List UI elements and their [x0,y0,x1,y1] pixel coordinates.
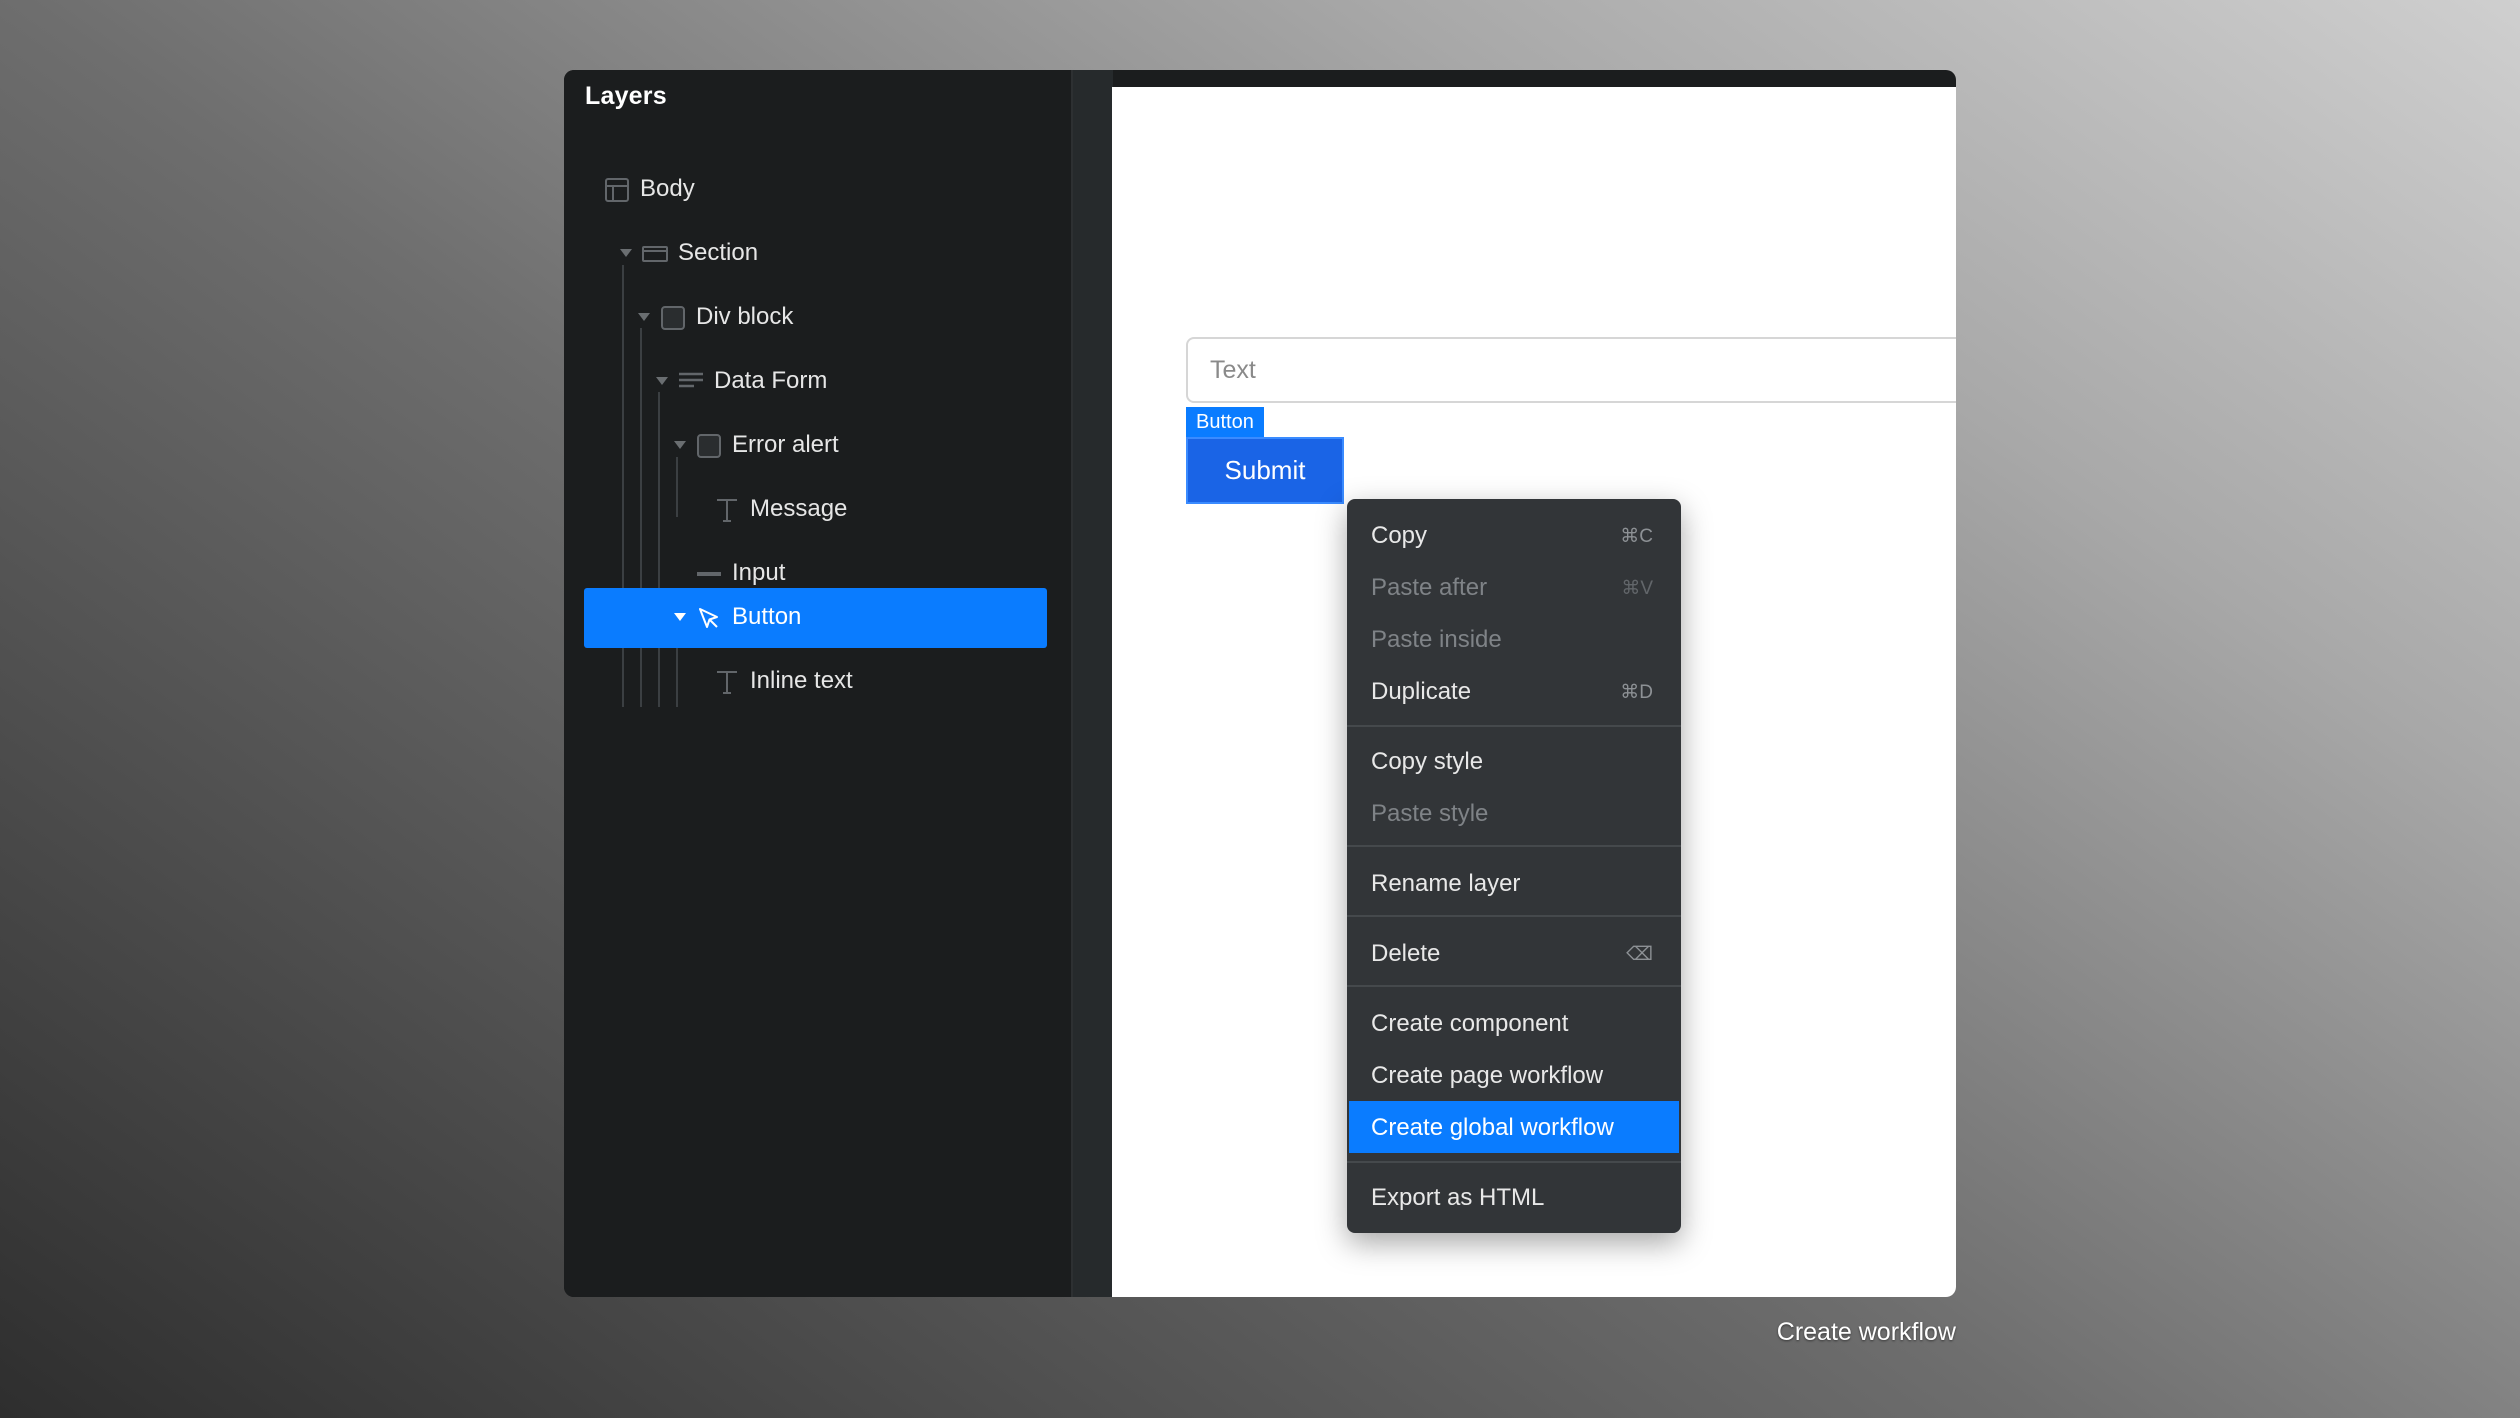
submit-button[interactable]: Submit [1186,437,1344,504]
chevron-down-icon[interactable] [638,313,650,321]
layer-row-section[interactable]: Section [584,224,1047,284]
menu-separator [1347,985,1681,987]
backspace-icon: ⌫ [1626,944,1653,965]
menu-item-duplicate[interactable]: Duplicate ⌘D [1349,665,1679,717]
layer-row-body[interactable]: Body [584,160,1047,220]
layer-label: Input [732,559,786,586]
chevron-down-icon[interactable] [620,249,632,257]
layer-label: Error alert [732,431,839,458]
menu-separator [1347,845,1681,847]
editor-window: Layers Body Section Div block Data Form … [564,70,1956,1297]
menu-item-create-page-workflow[interactable]: Create page workflow [1349,1049,1679,1101]
text-icon [714,669,740,695]
menu-separator [1347,725,1681,727]
layer-label: Div block [696,303,794,330]
menu-item-label: Create page workflow [1371,1062,1604,1089]
layer-label: Data Form [714,367,828,394]
menu-item-delete[interactable]: Delete ⌫ [1349,927,1679,979]
input-icon [696,561,722,587]
layer-row-div-block[interactable]: Div block [584,288,1047,348]
layers-panel: Layers Body Section Div block Data Form … [564,70,1073,1297]
layers-title: Layers [585,82,667,110]
menu-item-copy[interactable]: Copy ⌘C [1349,509,1679,561]
menu-item-copy-style[interactable]: Copy style [1349,735,1679,787]
text-input[interactable] [1186,337,1956,403]
menu-item-export-html[interactable]: Export as HTML [1349,1171,1679,1223]
menu-item-shortcut: ⌘D [1620,682,1653,703]
text-icon [714,497,740,523]
menu-item-rename-layer[interactable]: Rename layer [1349,857,1679,909]
cursor-click-icon [696,605,722,631]
form-icon [678,369,704,395]
layer-row-button[interactable]: Button [584,588,1047,648]
chevron-down-icon[interactable] [674,441,686,449]
section-icon [642,241,668,267]
chevron-down-icon[interactable] [656,377,668,385]
menu-item-label: Delete [1371,940,1441,967]
menu-item-label: Paste inside [1371,626,1502,653]
menu-item-label: Export as HTML [1371,1184,1545,1211]
menu-item-label: Paste style [1371,800,1489,827]
menu-item-paste-inside[interactable]: Paste inside [1349,613,1679,665]
layer-label: Body [640,175,695,202]
layer-row-message[interactable]: Message [584,480,1047,540]
layer-row-data-form[interactable]: Data Form [584,352,1047,412]
layer-label: Inline text [750,667,853,694]
menu-separator [1347,915,1681,917]
menu-item-shortcut: ⌘V [1621,578,1653,599]
layer-row-inline-text[interactable]: Inline text [584,652,1047,712]
menu-item-label: Copy style [1371,748,1484,775]
menu-item-paste-style[interactable]: Paste style [1349,787,1679,839]
layer-label: Button [732,603,802,630]
context-menu: Copy ⌘C Paste after ⌘V Paste inside Dupl… [1347,499,1681,1233]
menu-item-label: Paste after [1371,574,1488,601]
body-layout-icon [604,177,630,203]
layer-row-error-alert[interactable]: Error alert [584,416,1047,476]
menu-item-label: Create global workflow [1371,1114,1614,1141]
selection-tag: Button [1186,407,1264,437]
div-block-icon [696,433,722,459]
menu-item-label: Create component [1371,1010,1569,1037]
menu-item-shortcut: ⌘C [1620,526,1653,547]
menu-separator [1347,1161,1681,1163]
menu-item-label: Rename layer [1371,870,1521,897]
menu-item-create-global-workflow[interactable]: Create global workflow [1349,1101,1679,1153]
menu-item-create-component[interactable]: Create component [1349,997,1679,1049]
layer-label: Message [750,495,848,522]
div-block-icon [660,305,686,331]
menu-item-label: Duplicate [1371,678,1472,705]
menu-item-paste-after[interactable]: Paste after ⌘V [1349,561,1679,613]
canvas-gutter [1073,70,1113,1297]
chevron-down-icon[interactable] [674,613,686,621]
menu-item-label: Copy [1371,522,1428,549]
caption-text: Create workflow [1776,1318,1956,1346]
layer-label: Section [678,239,759,266]
